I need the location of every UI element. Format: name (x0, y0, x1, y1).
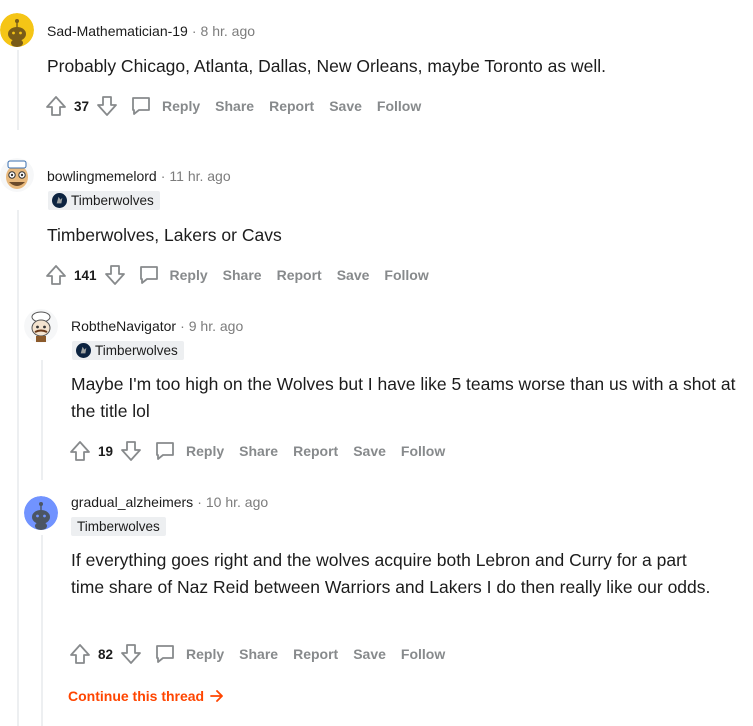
share-button[interactable]: Share (239, 646, 278, 662)
comment-body: Maybe I'm too high on the Wolves but I h… (71, 374, 736, 421)
upvote-icon[interactable] (68, 642, 92, 666)
report-button[interactable]: Report (293, 646, 338, 662)
comment-meta: RobtheNavigator · 9 hr. ago (71, 317, 243, 335)
snoo-yellow-icon (0, 13, 34, 47)
share-button[interactable]: Share (215, 98, 254, 114)
thread-line[interactable] (41, 535, 43, 726)
reply-button[interactable]: Reply (129, 94, 200, 118)
continue-thread-label: Continue this thread (68, 688, 205, 704)
comment-meta: gradual_alzheimers · 10 hr. ago (71, 493, 268, 511)
reply-button[interactable]: Reply (153, 439, 224, 463)
separator: · (180, 318, 185, 334)
user-flair: Timberwolves (72, 341, 184, 360)
action-bar: 19 Reply Share Report Save Follow (68, 439, 460, 463)
snoo-chef-icon (24, 309, 58, 343)
upvote-icon[interactable] (44, 263, 68, 287)
downvote-icon[interactable] (119, 642, 143, 666)
follow-button[interactable]: Follow (401, 443, 445, 459)
separator: · (191, 23, 197, 39)
reply-button[interactable]: Reply (137, 263, 208, 287)
downvote-icon[interactable] (119, 439, 143, 463)
comment-body: Probably Chicago, Atlanta, Dallas, New O… (47, 56, 606, 76)
share-button[interactable]: Share (223, 267, 262, 283)
avatar[interactable] (24, 309, 58, 343)
report-button[interactable]: Report (293, 443, 338, 459)
upvote-icon[interactable] (68, 439, 92, 463)
flair-label: Timberwolves (77, 519, 160, 534)
flair-label: Timberwolves (71, 193, 154, 208)
follow-button[interactable]: Follow (401, 646, 445, 662)
save-button[interactable]: Save (337, 267, 370, 283)
follow-button[interactable]: Follow (377, 98, 421, 114)
vote-score: 82 (98, 646, 114, 662)
reply-button[interactable]: Reply (153, 642, 224, 666)
save-button[interactable]: Save (353, 646, 386, 662)
reply-label: Reply (186, 443, 225, 459)
downvote-icon[interactable] (103, 263, 127, 287)
comment-icon (132, 97, 150, 115)
separator: · (197, 494, 202, 510)
follow-button[interactable]: Follow (384, 267, 428, 283)
snoo-cartoon-icon (0, 158, 34, 192)
vote-score: 19 (98, 443, 114, 459)
report-button[interactable]: Report (277, 267, 322, 283)
flair-label: Timberwolves (95, 343, 178, 358)
upvote-icon[interactable] (44, 94, 68, 118)
username[interactable]: gradual_alzheimers (71, 494, 193, 510)
comment-icon (156, 645, 174, 663)
avatar[interactable] (24, 496, 58, 530)
thread-line[interactable] (17, 210, 19, 726)
timestamp[interactable]: 10 hr. ago (206, 494, 268, 510)
username[interactable]: Sad-Mathematician-19 (47, 23, 188, 39)
timberwolves-logo-icon (76, 343, 91, 358)
arrow-right-icon (210, 690, 223, 702)
user-flair: Timberwolves (48, 191, 160, 210)
timestamp[interactable]: 8 hr. ago (201, 23, 256, 39)
snoo-blue-icon (24, 496, 58, 530)
comment-meta: Sad-Mathematician-19 · 8 hr. ago (47, 22, 255, 40)
report-button[interactable]: Report (269, 98, 314, 114)
username[interactable]: bowlingmemelord (47, 168, 157, 184)
comment-meta: bowlingmemelord · 11 hr. ago (47, 167, 231, 185)
thread-line[interactable] (17, 50, 19, 130)
timberwolves-logo-icon (52, 193, 67, 208)
comment-icon (156, 442, 174, 460)
avatar[interactable] (0, 13, 34, 47)
downvote-icon[interactable] (95, 94, 119, 118)
vote-score: 37 (74, 98, 90, 114)
timestamp[interactable]: 9 hr. ago (189, 318, 244, 334)
comment-icon (139, 266, 158, 284)
continue-thread-link[interactable]: Continue this thread (68, 688, 224, 704)
action-bar: 37 Reply Share Report Save Follow (44, 94, 436, 118)
separator: · (160, 168, 166, 184)
reply-label: Reply (186, 646, 225, 662)
save-button[interactable]: Save (353, 443, 386, 459)
save-button[interactable]: Save (329, 98, 362, 114)
vote-score: 141 (74, 267, 97, 283)
timestamp[interactable]: 11 hr. ago (169, 168, 230, 184)
comment-body: Timberwolves, Lakers or Cavs (47, 225, 282, 245)
avatar[interactable] (0, 158, 34, 192)
share-button[interactable]: Share (239, 443, 278, 459)
username[interactable]: RobtheNavigator (71, 318, 176, 334)
reply-label: Reply (162, 98, 201, 114)
reply-label: Reply (169, 267, 208, 283)
comment-body: If everything goes right and the wolves … (71, 550, 711, 597)
action-bar: 82 Reply Share Report Save Follow (68, 642, 460, 666)
thread-line[interactable] (41, 360, 43, 480)
action-bar: 141 Reply Share Report Save Follow (44, 263, 444, 287)
user-flair: Timberwolves (71, 517, 166, 536)
